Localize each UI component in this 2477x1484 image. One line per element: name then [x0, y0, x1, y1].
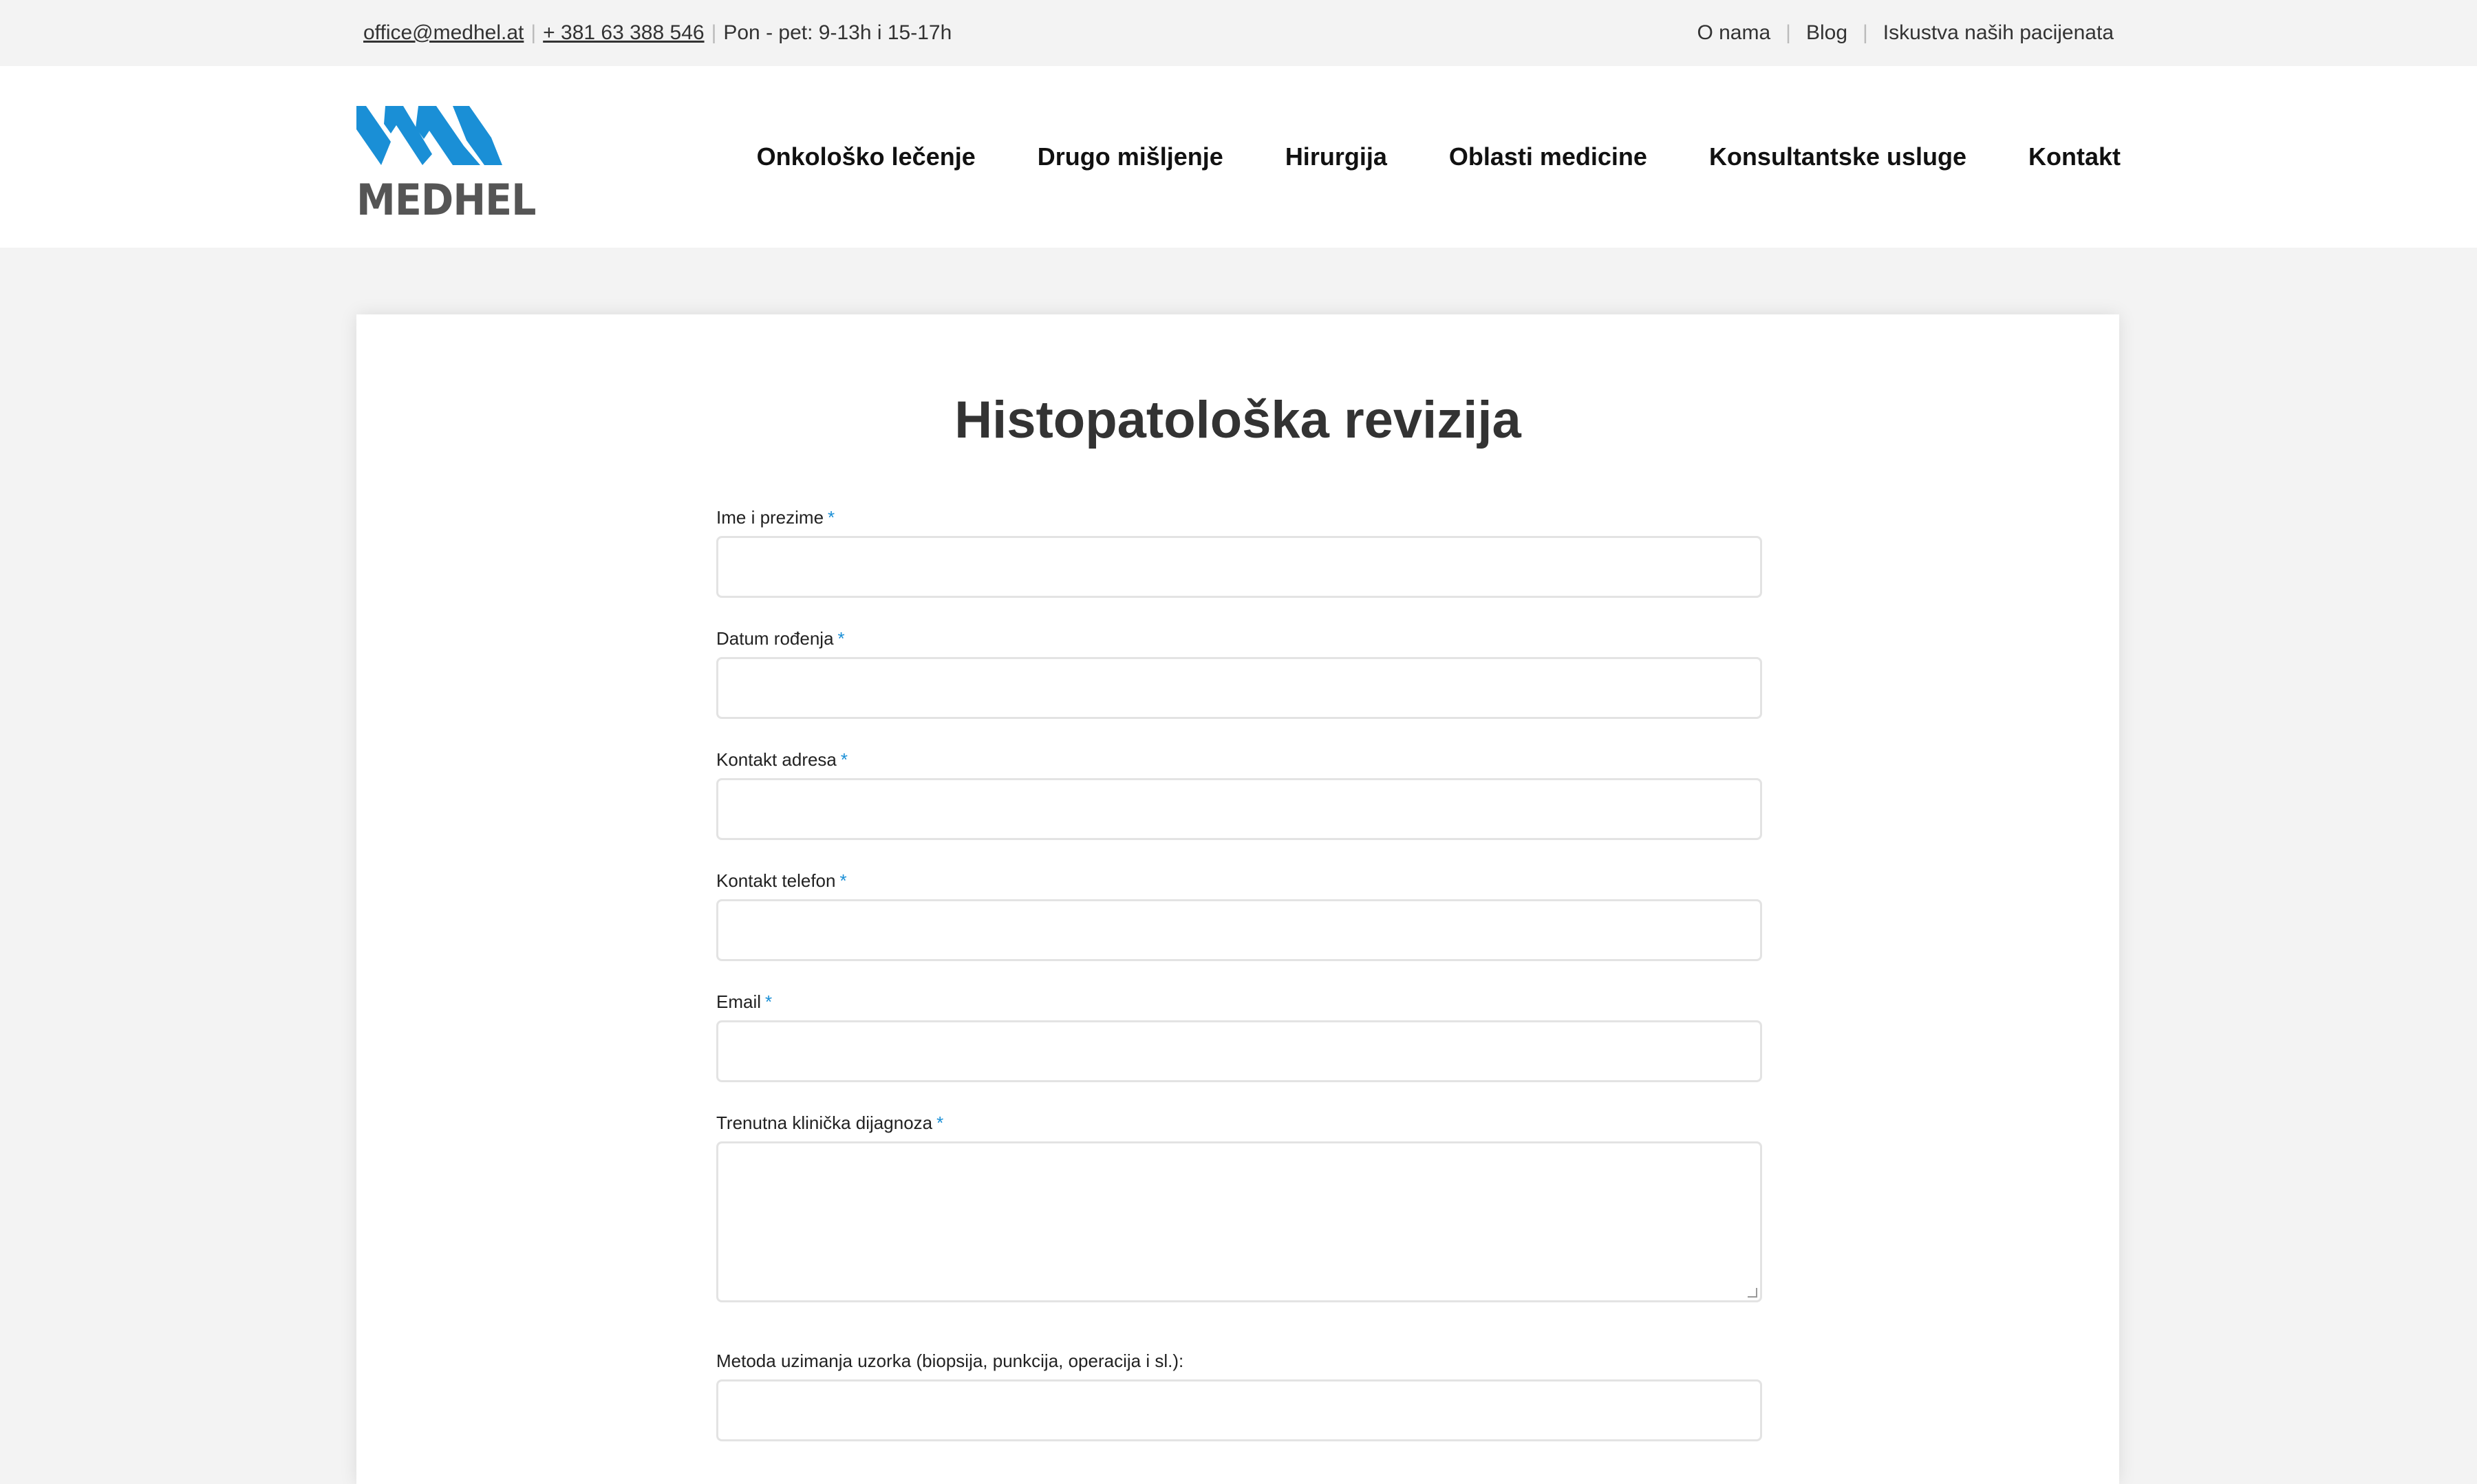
nav-medicine-areas[interactable]: Oblasti medicine: [1449, 142, 1647, 171]
link-about[interactable]: O nama: [1697, 21, 1770, 45]
phone-input[interactable]: [716, 899, 1762, 961]
top-contact: office@medhel.at | + 381 63 388 546 | Po…: [363, 0, 952, 66]
nav-contact[interactable]: Kontakt: [2028, 142, 2121, 171]
field-address: Kontakt adresa *: [716, 749, 1762, 840]
diagnosis-textarea[interactable]: [716, 1141, 1762, 1302]
field-label: Kontakt adresa *: [716, 749, 848, 770]
phone-link[interactable]: + 381 63 388 546: [543, 21, 704, 45]
main-nav: Onkološko lečenje Drugo mišljenje Hirurg…: [757, 66, 2121, 248]
required-marker: *: [936, 1112, 944, 1133]
required-marker: *: [828, 507, 835, 528]
required-marker: *: [837, 628, 845, 649]
field-label: Kontakt telefon *: [716, 870, 847, 891]
link-blog[interactable]: Blog: [1806, 21, 1847, 45]
link-testimonials[interactable]: Iskustva naših pacijenata: [1883, 21, 2114, 45]
top-bar: office@medhel.at | + 381 63 388 546 | Po…: [0, 0, 2477, 66]
site-header: MEDHEL Onkološko lečenje Drugo mišljenje…: [0, 66, 2477, 248]
nav-consulting[interactable]: Konsultantske usluge: [1709, 142, 1966, 171]
field-label: Trenutna klinička dijagnoza *: [716, 1112, 944, 1133]
field-label: Email *: [716, 991, 773, 1012]
field-diagnosis: Trenutna klinička dijagnoza *: [716, 1112, 1762, 1302]
required-marker: *: [840, 749, 848, 770]
required-marker: *: [765, 991, 773, 1012]
logo-mark-icon: [356, 106, 502, 165]
field-label: Datum rođenja *: [716, 628, 845, 649]
working-hours: Pon - pet: 9-13h i 15-17h: [723, 21, 952, 44]
field-birth-date: Datum rođenja *: [716, 628, 1762, 719]
field-label: Metoda uzimanja uzorka (biopsija, punkci…: [716, 1351, 1184, 1371]
form-card: Histopatološka revizija Ime i prezime * D…: [356, 314, 2119, 1484]
review-form: Ime i prezime * Datum rođenja * Kontakt ad…: [716, 507, 1762, 1441]
full-name-input[interactable]: [716, 536, 1762, 598]
sampling-method-input[interactable]: [716, 1379, 1762, 1441]
divider: |: [1786, 21, 1791, 44]
nav-second-opinion[interactable]: Drugo mišljenje: [1038, 142, 1223, 171]
divider: |: [530, 21, 537, 44]
page-title: Histopatološka revizija: [954, 391, 1521, 449]
field-email: Email *: [716, 991, 1762, 1082]
email-link[interactable]: office@medhel.at: [363, 21, 524, 45]
email-input[interactable]: [716, 1020, 1762, 1082]
field-full-name: Ime i prezime *: [716, 507, 1762, 598]
top-links: O nama | Blog | Iskustva naših pacijenat…: [1697, 0, 2114, 66]
address-input[interactable]: [716, 778, 1762, 840]
nav-oncology[interactable]: Onkološko lečenje: [757, 142, 976, 171]
logo-text: MEDHEL: [356, 175, 537, 225]
field-sampling-method: Metoda uzimanja uzorka (biopsija, punkci…: [716, 1351, 1762, 1441]
logo[interactable]: MEDHEL: [356, 106, 537, 225]
field-phone: Kontakt telefon *: [716, 870, 1762, 961]
resize-handle-icon[interactable]: [1748, 1288, 1757, 1298]
required-marker: *: [839, 870, 847, 891]
field-label: Ime i prezime *: [716, 507, 835, 528]
birth-date-input[interactable]: [716, 657, 1762, 719]
divider: |: [711, 21, 717, 44]
nav-surgery[interactable]: Hirurgija: [1285, 142, 1387, 171]
divider: |: [1863, 21, 1868, 44]
